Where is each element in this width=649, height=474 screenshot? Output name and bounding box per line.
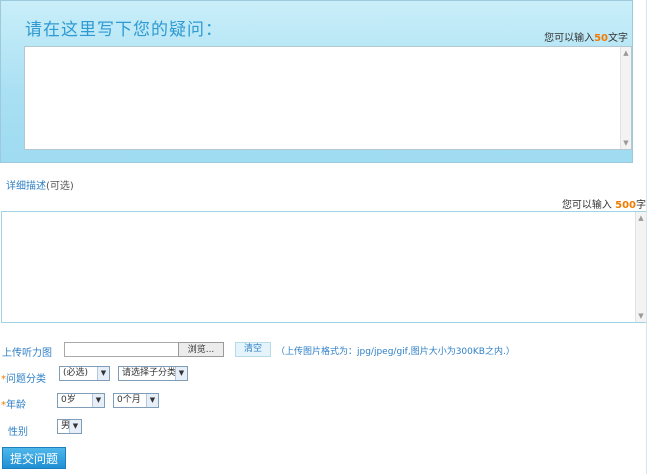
subcategory-select[interactable]: 请选择子分类 ▼: [118, 366, 188, 381]
detail-scrollbar[interactable]: ▲ ▼: [635, 212, 646, 322]
detail-optional: (可选): [46, 181, 74, 192]
category-label: *问题分类: [1, 374, 46, 385]
gender-label: 性别: [8, 427, 28, 438]
file-path-input[interactable]: [64, 342, 180, 357]
chevron-down-icon: ▼: [175, 367, 187, 380]
chevron-down-icon: ▼: [69, 420, 81, 433]
detail-char-limit-number: 500: [615, 200, 636, 211]
question-title: 请在这里写下您的疑问：: [25, 20, 223, 40]
page-border: [646, 0, 647, 474]
age-months-select[interactable]: 0个月 ▼: [113, 393, 159, 408]
age-years-select[interactable]: 0岁 ▼: [57, 393, 105, 408]
submit-question-button[interactable]: 提交问题: [2, 447, 66, 469]
chevron-down-icon: ▼: [97, 367, 109, 380]
question-scrollbar[interactable]: ▲ ▼: [620, 47, 631, 149]
browse-button[interactable]: 浏览...: [178, 342, 224, 357]
detail-label-text: 详细描述: [6, 181, 46, 192]
question-panel: 请在这里写下您的疑问： 您可以输入50文字 ▲ ▼: [0, 0, 633, 163]
scroll-up-icon[interactable]: ▲: [622, 49, 630, 57]
chevron-down-icon: ▼: [146, 394, 158, 407]
question-char-limit-number: 50: [594, 33, 608, 44]
chevron-down-icon: ▼: [92, 394, 104, 407]
scroll-down-icon[interactable]: ▼: [637, 312, 645, 320]
clear-button[interactable]: 清空: [235, 342, 271, 357]
gender-select[interactable]: 男 ▼: [57, 419, 82, 434]
detail-textarea[interactable]: ▲ ▼: [1, 211, 647, 323]
upload-note: （上传图片格式为：jpg/jpeg/gif,图片大小为300KB之内.）: [276, 347, 515, 357]
detail-label: 详细描述(可选): [6, 177, 74, 192]
upload-label: 上传听力图: [2, 348, 52, 359]
question-char-limit: 您可以输入50文字: [544, 33, 628, 44]
scroll-down-icon[interactable]: ▼: [622, 139, 630, 147]
detail-char-limit: 您可以输入 500字: [561, 200, 646, 211]
scroll-up-icon[interactable]: ▲: [637, 214, 645, 222]
question-textarea[interactable]: ▲ ▼: [24, 46, 632, 150]
age-label: *年龄: [1, 400, 26, 411]
category-select[interactable]: (必选) ▼: [59, 366, 110, 381]
